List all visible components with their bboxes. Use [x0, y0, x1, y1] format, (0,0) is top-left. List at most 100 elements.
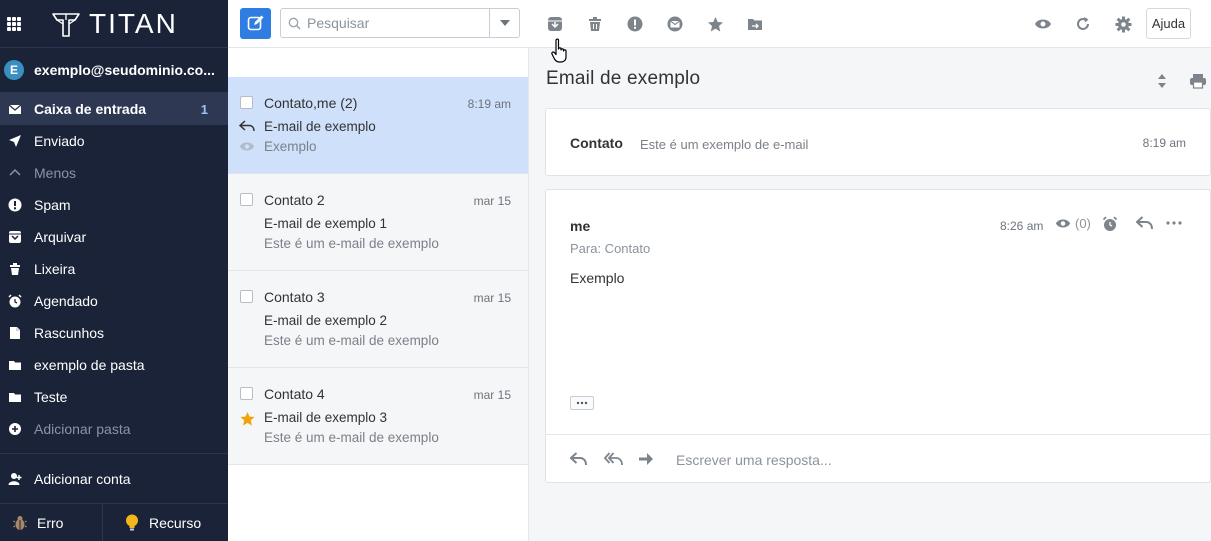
reading-mode-button[interactable]: [1034, 15, 1052, 33]
sidebar-item-drafts[interactable]: Rascunhos: [0, 317, 228, 349]
move-to-folder-icon: [748, 19, 762, 30]
message-list: Contato,me (2) 8:19 am E-mail de exemplo…: [228, 48, 529, 541]
compose-button[interactable]: [240, 8, 271, 39]
more-horizontal-icon: [1166, 221, 1182, 225]
sidebar-item-folder-teste[interactable]: Teste: [0, 381, 228, 413]
printer-icon: [1190, 74, 1206, 89]
mark-unread-icon: [667, 16, 683, 32]
help-button[interactable]: Ajuda: [1146, 8, 1191, 39]
message-preview: Este é um e-mail de exemplo: [264, 333, 439, 348]
sidebar-item-label: Adicionar pasta: [34, 421, 131, 437]
sidebar-item-inbox[interactable]: Caixa de entrada 1: [0, 93, 228, 125]
reply-button[interactable]: [570, 452, 587, 466]
message-body: Exemplo: [570, 270, 625, 286]
sidebar-item-trash[interactable]: Lixeira: [0, 253, 228, 285]
message-checkbox[interactable]: [240, 193, 253, 206]
star-icon: [707, 16, 723, 31]
reply-all-button[interactable]: [604, 452, 623, 466]
search-options-dropdown[interactable]: [489, 9, 519, 37]
draft-icon: [10, 327, 20, 339]
expand-collapse-button[interactable]: [1157, 73, 1167, 89]
list-item[interactable]: Contato 2 mar 15 E-mail de exemplo 1 Est…: [228, 174, 528, 271]
titan-logo-icon: [52, 12, 80, 37]
message-from: Contato: [570, 135, 623, 151]
add-account-button[interactable]: Adicionar conta: [0, 463, 228, 495]
bug-icon: [13, 516, 27, 530]
feature-label: Recurso: [149, 515, 202, 531]
message-checkbox[interactable]: [240, 387, 253, 400]
reply-icon: [1136, 216, 1153, 230]
reply-input[interactable]: [676, 448, 1176, 472]
expanded-message: me Para: Contato 8:26 am (0) Exemplo: [545, 189, 1211, 483]
chevron-up-icon: [9, 168, 21, 176]
account-switcher[interactable]: E exemplo@seudominio.co...: [0, 48, 228, 93]
message-checkbox[interactable]: [240, 290, 253, 303]
collapsed-message[interactable]: Contato Este é um exemplo de e-mail 8:19…: [545, 108, 1211, 176]
quick-reply-bar: [546, 434, 1210, 482]
thread-title: Email de exemplo: [546, 68, 701, 89]
message-from: me: [570, 218, 591, 234]
message-time: 8:19 am: [467, 97, 511, 111]
message-checkbox[interactable]: [240, 96, 253, 109]
archive-button[interactable]: [546, 15, 564, 33]
print-button[interactable]: [1189, 73, 1207, 89]
archive-icon: [548, 17, 562, 31]
list-item[interactable]: Contato 3 mar 15 E-mail de exemplo 2 Est…: [228, 271, 528, 368]
hand-cursor-icon: [551, 38, 567, 63]
refresh-button[interactable]: [1074, 15, 1092, 33]
sidebar-item-sent[interactable]: Enviado: [0, 125, 228, 157]
folder-list: Caixa de entrada 1 Enviado Menos Spam Ar…: [0, 93, 228, 445]
trash-icon: [589, 17, 601, 31]
message-time: mar 15: [473, 388, 511, 402]
sidebar-item-scheduled[interactable]: Agendado: [0, 285, 228, 317]
app-grid-icon[interactable]: [7, 16, 21, 31]
forward-button[interactable]: [638, 452, 654, 466]
move-to-folder-button[interactable]: [746, 15, 764, 33]
sidebar-item-spam[interactable]: Spam: [0, 189, 228, 221]
titan-logo: TITAN: [51, 8, 178, 40]
list-item[interactable]: Contato 4 mar 15 E-mail de exemplo 3 Est…: [228, 368, 528, 465]
sidebar-item-label: Caixa de entrada: [34, 101, 147, 117]
more-options-button[interactable]: [1166, 217, 1182, 229]
sidebar-item-label: Menos: [34, 165, 77, 181]
message-time: 8:26 am: [1000, 219, 1044, 233]
sidebar-item-label: Spam: [34, 197, 71, 213]
sidebar-item-archive[interactable]: Arquivar: [0, 221, 228, 253]
message-sender: Contato 3: [264, 289, 325, 305]
message-subject: E-mail de exemplo 1: [264, 216, 388, 231]
reply-icon: [570, 452, 587, 466]
message-sender: Contato 2: [264, 192, 325, 208]
mark-spam-button[interactable]: [626, 15, 644, 33]
sidebar-item-label: Teste: [34, 389, 68, 405]
message-subject: E-mail de exemplo 3: [264, 410, 388, 425]
spam-icon: [627, 16, 643, 32]
search-input[interactable]: [307, 15, 497, 31]
refresh-icon: [1077, 17, 1089, 30]
sidebar-item-less[interactable]: Menos: [0, 157, 228, 189]
sidebar-item-add-folder[interactable]: Adicionar pasta: [0, 413, 228, 445]
mark-unread-button[interactable]: [666, 15, 684, 33]
settings-button[interactable]: [1114, 15, 1132, 33]
remind-me-button[interactable]: [1102, 216, 1118, 232]
star-icon[interactable]: [239, 411, 256, 427]
search-icon: [288, 17, 301, 29]
replied-icon: [239, 120, 255, 132]
message-time: mar 15: [473, 194, 511, 208]
sidebar-item-label: Enviado: [34, 133, 85, 149]
view-count: (0): [1075, 216, 1091, 231]
read-receipt-status[interactable]: (0): [1055, 216, 1091, 231]
report-bug-button[interactable]: Erro: [0, 504, 103, 541]
delete-button[interactable]: [586, 15, 604, 33]
list-item[interactable]: Contato,me (2) 8:19 am E-mail de exemplo…: [228, 77, 528, 174]
message-preview: Este é um e-mail de exemplo: [264, 430, 439, 445]
inbox-icon: [8, 104, 22, 114]
folder-icon: [9, 361, 21, 370]
ellipsis-icon: [576, 401, 588, 405]
reply-button[interactable]: [1136, 216, 1153, 230]
message-time: mar 15: [473, 291, 511, 305]
show-quoted-text-button[interactable]: [570, 396, 594, 410]
sidebar-item-folder-example[interactable]: exemplo de pasta: [0, 349, 228, 381]
unread-count-badge: 1: [200, 101, 208, 117]
star-button[interactable]: [706, 15, 724, 33]
feature-request-button[interactable]: Recurso: [103, 504, 228, 541]
